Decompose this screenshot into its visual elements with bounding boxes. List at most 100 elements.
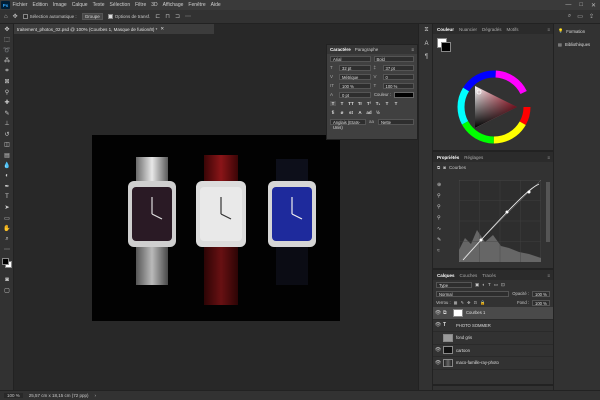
layer-thumbnail[interactable] <box>443 333 453 342</box>
opacity-field[interactable]: 100 % <box>532 290 550 297</box>
menu-calque[interactable]: Calque <box>69 2 90 8</box>
layer-row[interactable]: 👁 cartoon <box>433 345 553 357</box>
align-left-icon[interactable]: ⊏ <box>155 13 160 20</box>
menu-aide[interactable]: Aide <box>208 2 223 8</box>
menu-fichier[interactable]: Fichier <box>10 2 30 8</box>
fill-field[interactable]: 100 % <box>532 299 550 306</box>
font-size-field[interactable]: 32 pt <box>339 64 371 71</box>
minimize-icon[interactable]: — <box>565 2 571 9</box>
curves-gray-point-icon[interactable]: ⚲ <box>437 204 447 210</box>
lock-artboard-icon[interactable]: ⊡ <box>474 300 478 305</box>
paragraph-panel-icon[interactable]: ¶ <box>419 50 434 63</box>
quick-mask-icon[interactable]: ◙ <box>0 275 14 286</box>
document-image[interactable] <box>92 135 340 321</box>
curves-graph[interactable] <box>459 180 541 262</box>
transform-controls-checkbox[interactable]: Options de transf. <box>107 14 150 19</box>
visibility-eye-icon[interactable]: 👁 <box>433 347 443 353</box>
curves-white-point-icon[interactable]: ⚲ <box>437 215 447 221</box>
tab-couleur[interactable]: Couleur <box>437 27 454 32</box>
learn-panel-button[interactable]: 💡 Formation <box>554 24 600 38</box>
quick-select-tool-icon[interactable]: ⁂ <box>0 56 14 67</box>
tab-caractere[interactable]: Caractère <box>330 47 351 52</box>
superscript-button[interactable]: T¹ <box>366 101 372 106</box>
menu-filtre[interactable]: Filtre <box>133 2 149 8</box>
tab-paragraphe[interactable]: Paragraphe <box>355 47 379 52</box>
swash-icon[interactable]: st <box>348 110 354 115</box>
tab-proprietes[interactable]: Propriétés <box>437 155 459 160</box>
close-document-icon[interactable]: ✕ <box>160 26 164 32</box>
filter-adjust-icon[interactable]: ◐ <box>482 282 485 287</box>
auto-select-dropdown[interactable]: Groupe <box>81 13 103 20</box>
gradient-tool-icon[interactable]: ▤ <box>0 150 14 161</box>
layer-name[interactable]: PHOTO SOMMER <box>456 323 491 328</box>
history-brush-tool-icon[interactable]: ↺ <box>0 129 14 140</box>
search-icon[interactable]: ⌕ <box>568 13 571 20</box>
clone-stamp-tool-icon[interactable]: ⊥ <box>0 119 14 130</box>
leading-field[interactable]: 37 pt <box>382 64 414 71</box>
background-color-swatch[interactable] <box>441 42 451 52</box>
close-window-icon[interactable]: ✕ <box>591 2 596 9</box>
ligature-icon[interactable]: fi <box>330 110 336 115</box>
subscript-button[interactable]: T₁ <box>375 101 381 106</box>
menu-texte[interactable]: Texte <box>90 2 107 8</box>
visibility-eye-icon[interactable]: 👁 <box>433 360 443 366</box>
character-panel-icon[interactable]: A <box>419 37 434 50</box>
layer-row[interactable]: 👁 ⧉ Courbes 1 <box>433 307 553 320</box>
faux-italic-button[interactable]: T <box>339 101 345 106</box>
workspace-icon[interactable]: ▭ <box>577 13 583 20</box>
kerning-field[interactable]: Métrique <box>339 73 371 80</box>
zoom-level-field[interactable]: 100 % <box>4 393 23 398</box>
eyedropper-tool-icon[interactable]: ⚲ <box>0 87 14 98</box>
small-caps-button[interactable]: Tr <box>357 101 363 106</box>
panel-menu-icon[interactable]: ≡ <box>411 47 417 52</box>
layer-name[interactable]: Courbes 1 <box>466 310 485 315</box>
baseline-shift-field[interactable]: 0 pt <box>339 91 371 98</box>
crop-tool-icon[interactable]: ⌗ <box>0 66 14 77</box>
lasso-tool-icon[interactable]: ➰ <box>0 45 14 56</box>
tab-reglages[interactable]: Réglages <box>464 155 483 160</box>
screen-mode-icon[interactable]: ▢ <box>0 286 14 297</box>
tab-degrades[interactable]: Dégradés <box>482 27 502 32</box>
move-tool-icon[interactable]: ✥ <box>13 13 18 20</box>
tab-motifs[interactable]: Motifs <box>507 27 519 32</box>
tracking-field[interactable]: 0 <box>382 73 414 80</box>
horizontal-scale-field[interactable]: 100 % <box>382 82 414 89</box>
layer-thumbnail[interactable] <box>443 346 453 355</box>
layer-row[interactable]: 👁 maco-famille-ray-photo <box>433 357 553 370</box>
more-tools-icon[interactable]: ⋯ <box>0 245 14 256</box>
filter-pixel-icon[interactable]: ▣ <box>475 282 479 288</box>
path-select-tool-icon[interactable]: ➤ <box>0 203 14 214</box>
all-caps-button[interactable]: TT <box>348 101 354 106</box>
curves-edit-points-icon[interactable]: ∿ <box>437 226 447 232</box>
filter-smart-icon[interactable]: ⊡ <box>501 282 505 288</box>
layer-row[interactable]: 👁 T PHOTO SOMMER <box>433 320 553 332</box>
titling-icon[interactable]: ad <box>366 110 372 115</box>
maximize-icon[interactable]: □ <box>579 2 583 9</box>
font-family-select[interactable]: Arial <box>330 55 371 62</box>
layer-row[interactable]: fond gris <box>433 332 553 345</box>
eraser-tool-icon[interactable]: ◫ <box>0 140 14 151</box>
dodge-tool-icon[interactable]: ◐ <box>0 171 14 182</box>
history-panel-icon[interactable]: ⧖ <box>419 24 434 37</box>
underline-button[interactable]: T <box>384 101 390 106</box>
menu-edition[interactable]: Edition <box>30 2 50 8</box>
vertical-scale-field[interactable]: 100 % <box>339 82 371 89</box>
menu-affichage[interactable]: Affichage <box>160 2 186 8</box>
menu-selection[interactable]: Sélection <box>107 2 133 8</box>
ordinal-icon[interactable]: ø <box>339 110 345 115</box>
zoom-tool-icon[interactable]: ⌕ <box>0 234 14 245</box>
home-icon[interactable]: ⌂ <box>4 14 8 20</box>
layer-thumbnail[interactable] <box>443 358 453 367</box>
lock-pixels-icon[interactable]: ▦ <box>454 300 458 305</box>
healing-brush-tool-icon[interactable]: ✚ <box>0 98 14 109</box>
align-right-icon[interactable]: ⊐ <box>175 13 180 20</box>
marquee-tool-icon[interactable]: ⬚ <box>0 35 14 46</box>
foreground-background-color-icon[interactable] <box>0 255 14 275</box>
layer-name[interactable]: cartoon <box>456 348 470 353</box>
pen-tool-icon[interactable]: ✒ <box>0 182 14 193</box>
libraries-panel-button[interactable]: ▤ Bibliothèques <box>554 38 600 51</box>
stylistic-icon[interactable]: A <box>357 110 363 115</box>
tab-calques[interactable]: Calques <box>437 273 455 278</box>
curves-smooth-icon[interactable]: ≈ <box>437 248 447 254</box>
curves-black-point-icon[interactable]: ⚲ <box>437 193 447 199</box>
